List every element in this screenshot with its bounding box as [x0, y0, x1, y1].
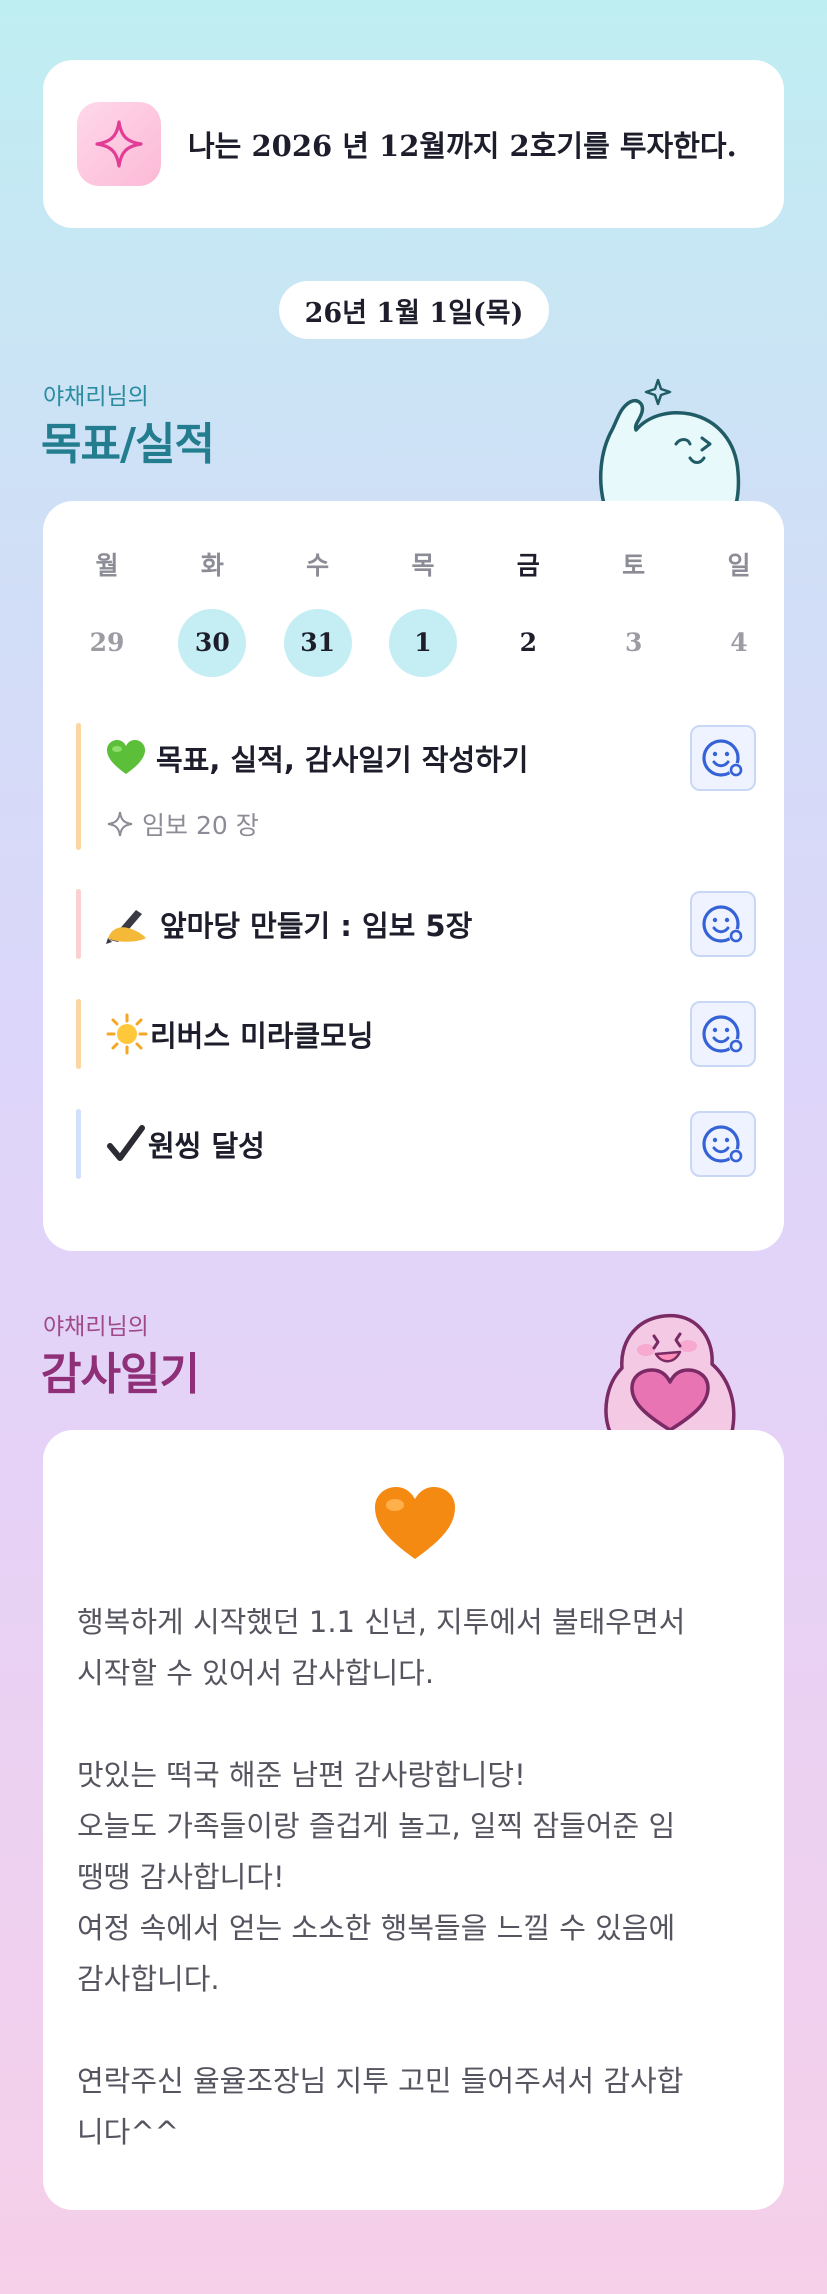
calendar-day-completed[interactable]: 30 — [178, 609, 247, 677]
goals-section-subtitle: 야채리님의 — [43, 384, 149, 410]
weekday-label: 토 — [622, 551, 646, 580]
task-color-bar — [76, 1109, 81, 1179]
date-row: 29 30 31 1 2 3 4 — [73, 609, 773, 677]
task-mood-button[interactable] — [690, 725, 756, 791]
smile-icon — [702, 1015, 743, 1053]
diary-section-subtitle: 야채리님의 — [43, 1314, 149, 1340]
weekday-row: 월 화 수 목 금 토 일 — [73, 546, 773, 582]
task-mood-button[interactable] — [690, 1001, 756, 1067]
task-item[interactable]: 앞마당 만들기 : 임보 5장 — [76, 889, 756, 959]
task-item[interactable]: 목표, 실적, 감사일기 작성하기 임보 20 장 — [76, 723, 756, 850]
weekday-label-today: 금 — [516, 551, 540, 580]
task-meta-text: 임보 20 장 — [142, 811, 259, 840]
check-mark-icon — [106, 1124, 146, 1164]
calendar-day-completed[interactable]: 1 — [388, 609, 457, 677]
writing-hand-icon — [106, 904, 150, 944]
sparkle-icon — [106, 810, 134, 838]
task-title-row: 리버스 미라클모닝 — [106, 1013, 374, 1055]
task-color-bar — [76, 999, 81, 1069]
smile-icon — [702, 1125, 743, 1163]
calendar-day[interactable]: 29 — [73, 609, 141, 677]
task-title: 목표, 실적, 감사일기 작성하기 — [156, 743, 529, 777]
smile-icon — [702, 905, 743, 943]
calendar-day-completed[interactable]: 31 — [283, 609, 352, 677]
weekday-label: 화 — [200, 551, 224, 580]
task-title-row: 앞마당 만들기 : 임보 5장 — [106, 903, 472, 945]
diary-section-title: 감사일기 — [41, 1349, 200, 1400]
task-title-row: 목표, 실적, 감사일기 작성하기 — [106, 737, 528, 779]
weekday-label: 목 — [411, 551, 435, 580]
diary-card: 행복하게 시작했던 1.1 신년, 지투에서 불태우면서 시작할 수 있어서 감… — [43, 1430, 784, 2210]
mascot-illustration — [598, 378, 741, 504]
calendar-day-today[interactable]: 2 — [494, 609, 562, 677]
date-label[interactable]: 26년 1월 1일(목) — [279, 281, 549, 339]
goals-card: 월 화 수 목 금 토 일 29 30 31 1 2 3 4 목표, 실적, 감… — [43, 501, 784, 1251]
task-title: 원씽 달성 — [148, 1129, 265, 1163]
orange-heart-icon — [373, 1485, 457, 1565]
smile-icon — [702, 739, 743, 777]
task-meta: 임보 20 장 — [106, 806, 259, 842]
goal-banner: 나는 2026 년 12월까지 2호기를 투자한다. — [43, 60, 784, 228]
calendar-day[interactable]: 3 — [600, 609, 668, 677]
task-title-row: 원씽 달성 — [106, 1123, 265, 1165]
sun-icon — [106, 1013, 148, 1055]
diary-text: 행복하게 시작했던 1.1 신년, 지투에서 불태우면서 시작할 수 있어서 감… — [77, 1605, 686, 2149]
task-title: 리버스 미라클모닝 — [150, 1019, 374, 1053]
goal-text: 나는 2026 년 12월까지 2호기를 투자한다. — [188, 129, 737, 163]
task-mood-button[interactable] — [690, 891, 756, 957]
sparkle-icon — [77, 102, 161, 186]
weekday-label: 수 — [306, 551, 330, 580]
weekday-label: 월 — [95, 551, 119, 580]
task-item[interactable]: 원씽 달성 — [76, 1109, 756, 1179]
mascot-with-heart-illustration — [604, 1313, 736, 1432]
task-mood-button[interactable] — [690, 1111, 756, 1177]
task-color-bar — [76, 723, 81, 850]
goals-section-title: 목표/실적 — [41, 419, 215, 470]
weekday-label: 일 — [727, 551, 751, 580]
task-item[interactable]: 리버스 미라클모닝 — [76, 999, 756, 1069]
calendar-day[interactable]: 4 — [705, 609, 773, 677]
green-heart-icon — [106, 740, 146, 776]
task-title: 앞마당 만들기 : 임보 5장 — [160, 909, 473, 943]
task-color-bar — [76, 889, 81, 959]
